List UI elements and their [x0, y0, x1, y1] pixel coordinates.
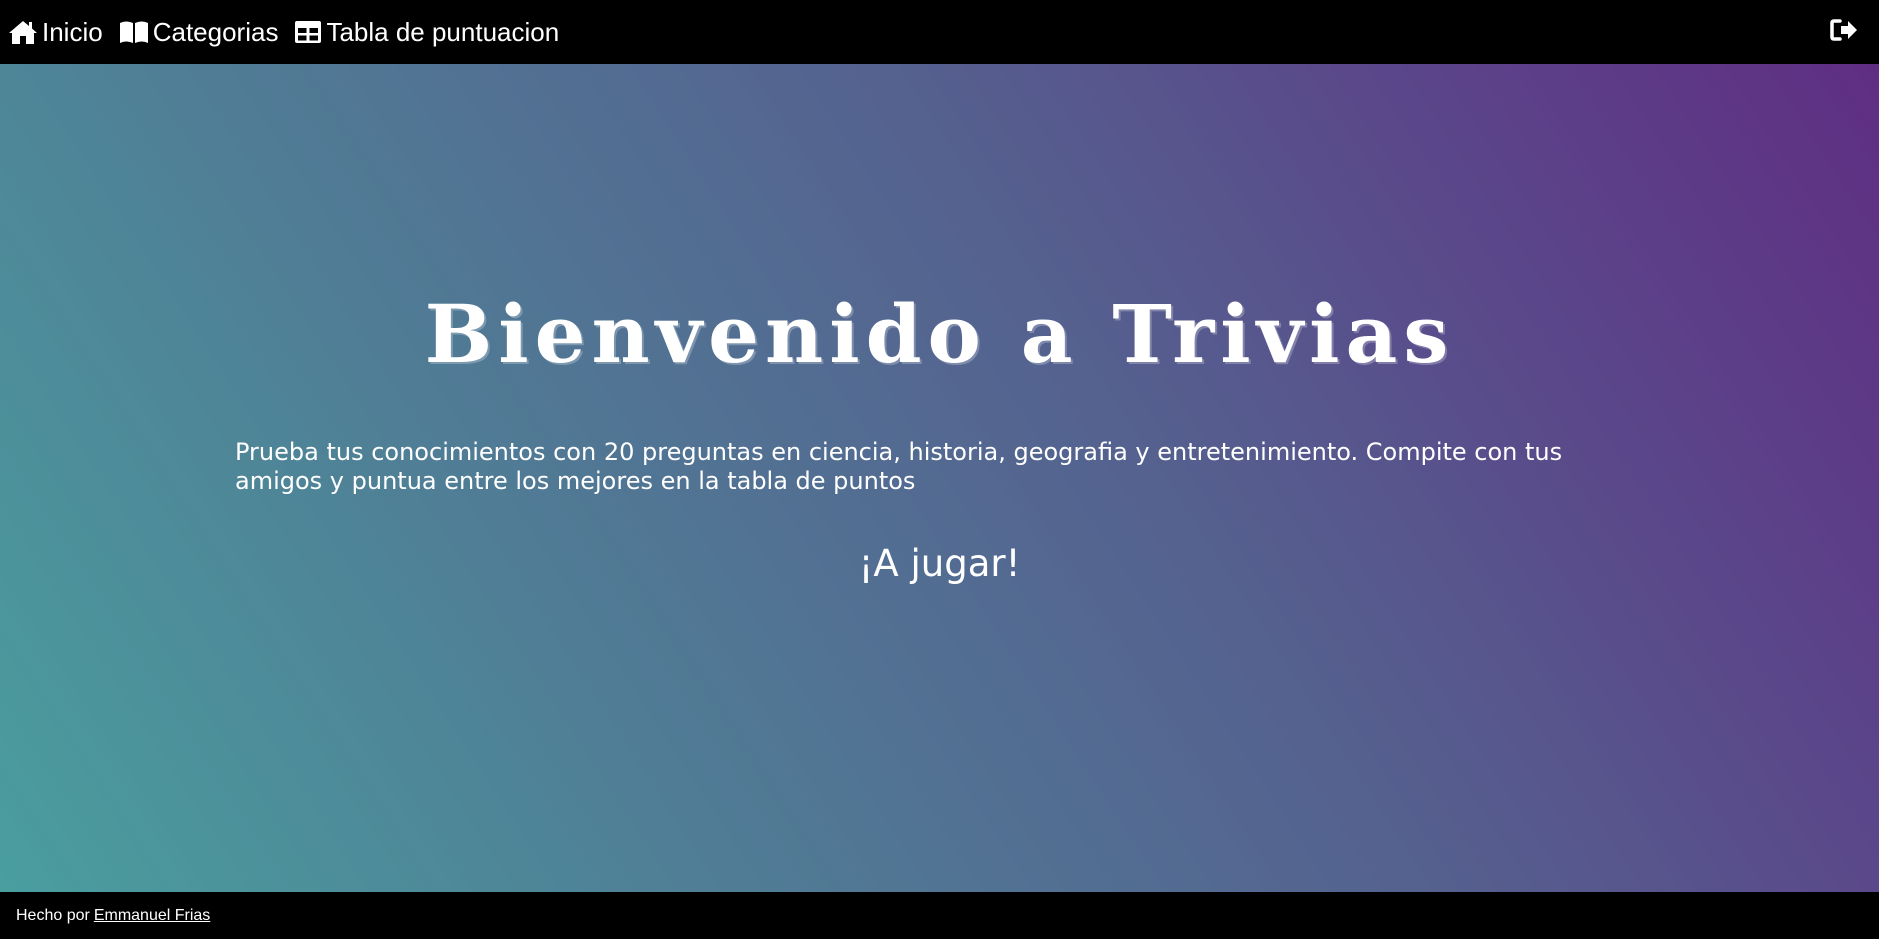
footer-author-link[interactable]: Emmanuel Frias	[94, 907, 210, 925]
nav-inicio[interactable]: Inicio	[8, 17, 103, 48]
nav-inicio-label: Inicio	[42, 16, 103, 47]
nav-categorias-label: Categorias	[152, 16, 279, 47]
hero-description: Prueba tus conocimientos con 20 pregunta…	[235, 438, 1563, 495]
play-button[interactable]: ¡A jugar!	[0, 542, 1879, 585]
logout-button[interactable]	[1829, 17, 1859, 47]
nav-tabla-puntuacion[interactable]: Tabla de puntuacion	[294, 17, 559, 48]
nav-categorias[interactable]: Categorias	[119, 16, 279, 48]
hero-section: Bienvenido a Trivias Prueba tus conocimi…	[0, 64, 1879, 892]
footer: Hecho por Emmanuel Frias	[0, 892, 1879, 939]
footer-prefix: Hecho por	[16, 906, 90, 924]
nav-tabla-label: Tabla de puntuacion	[326, 16, 560, 47]
sign-out-icon	[1830, 18, 1858, 47]
home-icon	[8, 19, 38, 45]
top-navbar: Inicio Categorias Tabla de puntuacion	[0, 0, 1879, 64]
book-icon	[119, 20, 149, 44]
page-title: Bienvenido a Trivias	[424, 287, 1455, 381]
table-icon	[294, 20, 322, 44]
